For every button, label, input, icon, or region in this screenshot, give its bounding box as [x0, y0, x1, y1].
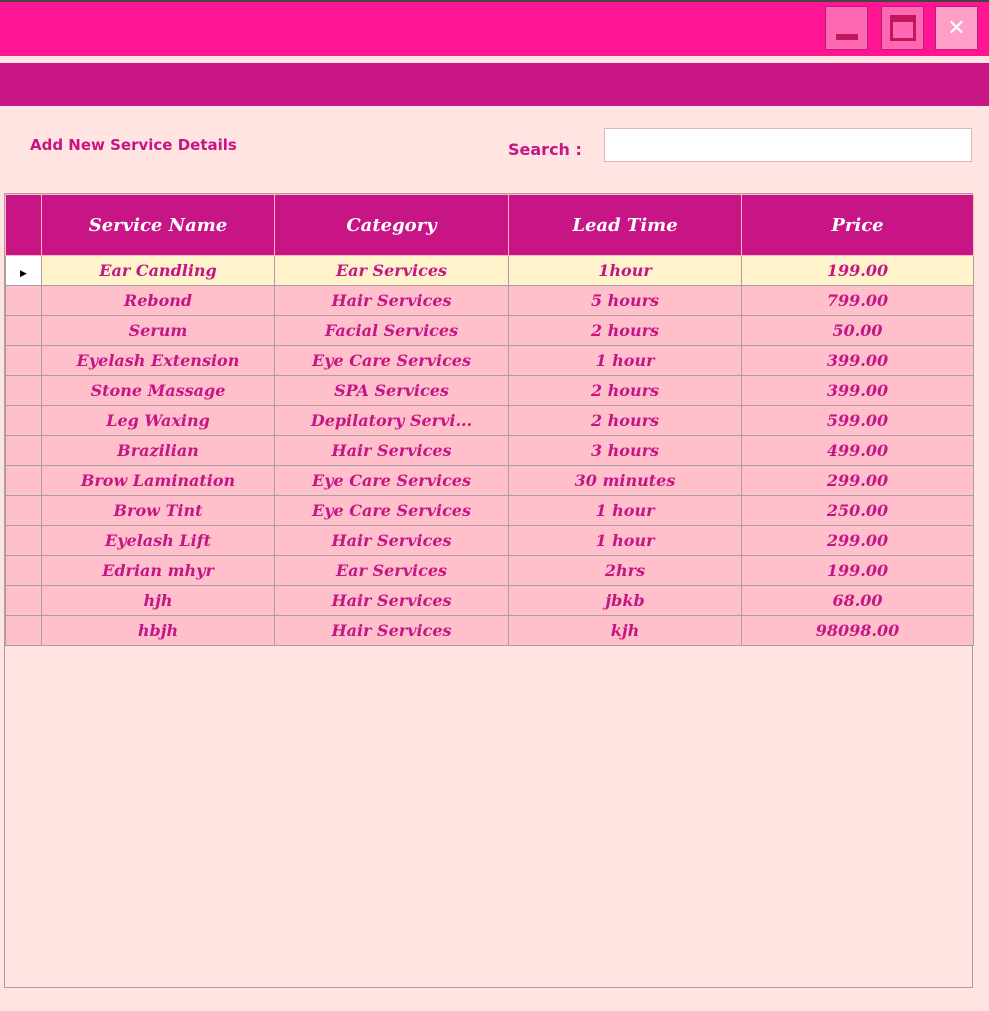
- column-header-service-name[interactable]: Service Name: [41, 194, 275, 256]
- row-header[interactable]: [5, 495, 42, 526]
- cell-lead-time[interactable]: 2 hours: [508, 405, 742, 436]
- maximize-icon: [889, 15, 916, 41]
- cell-category[interactable]: Hair Services: [274, 585, 509, 616]
- cell-price[interactable]: 199.00: [741, 255, 974, 286]
- row-header-corner: [5, 194, 42, 256]
- cell-category[interactable]: Depilatory Servi...: [274, 405, 509, 436]
- cell-lead-time[interactable]: jbkb: [508, 585, 742, 616]
- cell-service-name[interactable]: hjh: [41, 585, 275, 616]
- cell-service-name[interactable]: Edrian mhyr: [41, 555, 275, 586]
- cell-lead-time[interactable]: 2 hours: [508, 375, 742, 406]
- cell-price[interactable]: 399.00: [741, 375, 974, 406]
- table-row[interactable]: Edrian mhyr Ear Services 2hrs 199.00: [5, 555, 974, 586]
- cell-price[interactable]: 199.00: [741, 555, 974, 586]
- cell-lead-time[interactable]: 2 hours: [508, 315, 742, 346]
- cell-lead-time[interactable]: 3 hours: [508, 435, 742, 466]
- cell-category[interactable]: SPA Services: [274, 375, 509, 406]
- header-row: Service Name Category Lead Time Price: [5, 194, 974, 256]
- search-label: Search :: [508, 140, 582, 159]
- row-header[interactable]: [5, 435, 42, 466]
- cell-service-name[interactable]: Leg Waxing: [41, 405, 275, 436]
- cell-service-name[interactable]: hbjh: [41, 615, 275, 646]
- cell-service-name[interactable]: Eyelash Extension: [41, 345, 275, 376]
- cell-lead-time[interactable]: 1hour: [508, 255, 742, 286]
- cell-price[interactable]: 499.00: [741, 435, 974, 466]
- cell-category[interactable]: Ear Services: [274, 255, 509, 286]
- row-header[interactable]: [5, 315, 42, 346]
- current-row-arrow-icon: ▶: [20, 269, 27, 279]
- cell-lead-time[interactable]: 5 hours: [508, 285, 742, 316]
- close-icon: ✕: [947, 15, 966, 41]
- services-grid[interactable]: Service Name Category Lead Time Price ▶ E…: [4, 193, 974, 988]
- cell-category[interactable]: Hair Services: [274, 615, 509, 646]
- cell-category[interactable]: Eye Care Services: [274, 465, 509, 496]
- cell-service-name[interactable]: Serum: [41, 315, 275, 346]
- row-header[interactable]: [5, 585, 42, 616]
- title-bar: ✕: [0, 0, 989, 56]
- add-new-service-link[interactable]: Add New Service Details: [30, 136, 237, 154]
- table-row[interactable]: Stone Massage SPA Services 2 hours 399.00: [5, 375, 974, 406]
- cell-price[interactable]: 250.00: [741, 495, 974, 526]
- cell-lead-time[interactable]: 1 hour: [508, 345, 742, 376]
- cell-lead-time[interactable]: 30 minutes: [508, 465, 742, 496]
- cell-lead-time[interactable]: 1 hour: [508, 495, 742, 526]
- cell-price[interactable]: 599.00: [741, 405, 974, 436]
- cell-service-name[interactable]: Brow Lamination: [41, 465, 275, 496]
- minimize-icon: [835, 34, 858, 40]
- cell-service-name[interactable]: Rebond: [41, 285, 275, 316]
- column-header-price[interactable]: Price: [741, 194, 974, 256]
- row-header[interactable]: [5, 405, 42, 436]
- maximize-button[interactable]: [881, 6, 924, 50]
- cell-price[interactable]: 68.00: [741, 585, 974, 616]
- cell-category[interactable]: Hair Services: [274, 285, 509, 316]
- row-header[interactable]: ▶: [5, 255, 42, 286]
- column-header-lead-time[interactable]: Lead Time: [508, 194, 742, 256]
- cell-price[interactable]: 50.00: [741, 315, 974, 346]
- cell-price[interactable]: 299.00: [741, 465, 974, 496]
- cell-price[interactable]: 98098.00: [741, 615, 974, 646]
- cell-category[interactable]: Eye Care Services: [274, 495, 509, 526]
- cell-lead-time[interactable]: 2hrs: [508, 555, 742, 586]
- table-row[interactable]: Leg Waxing Depilatory Servi... 2 hours 599.…: [5, 405, 974, 436]
- cell-service-name[interactable]: Ear Candling: [41, 255, 275, 286]
- cell-service-name[interactable]: Eyelash Lift: [41, 525, 275, 556]
- row-header[interactable]: [5, 375, 42, 406]
- table-row[interactable]: hbjh Hair Services kjh 98098.00: [5, 615, 974, 646]
- table-row[interactable]: Brazilian Hair Services 3 hours 499.00: [5, 435, 974, 466]
- row-header[interactable]: [5, 615, 42, 646]
- table-row[interactable]: hjh Hair Services jbkb 68.00: [5, 585, 974, 616]
- cell-price[interactable]: 299.00: [741, 525, 974, 556]
- table-row[interactable]: ▶ Ear Candling Ear Services 1hour 199.00: [5, 255, 974, 286]
- cell-category[interactable]: Eye Care Services: [274, 345, 509, 376]
- cell-service-name[interactable]: Brow Tint: [41, 495, 275, 526]
- table-row[interactable]: Rebond Hair Services 5 hours 799.00: [5, 285, 974, 316]
- search-input[interactable]: [604, 128, 972, 162]
- row-header[interactable]: [5, 555, 42, 586]
- table-row[interactable]: Brow Lamination Eye Care Services 30 minut…: [5, 465, 974, 496]
- cell-service-name[interactable]: Stone Massage: [41, 375, 275, 406]
- table-row[interactable]: Eyelash Lift Hair Services 1 hour 299.00: [5, 525, 974, 556]
- table-row[interactable]: Brow Tint Eye Care Services 1 hour 250.00: [5, 495, 974, 526]
- cell-category[interactable]: Ear Services: [274, 555, 509, 586]
- cell-service-name[interactable]: Brazilian: [41, 435, 275, 466]
- row-header[interactable]: [5, 525, 42, 556]
- cell-category[interactable]: Hair Services: [274, 435, 509, 466]
- row-header[interactable]: [5, 345, 42, 376]
- cell-lead-time[interactable]: kjh: [508, 615, 742, 646]
- minimize-button[interactable]: [825, 6, 868, 50]
- column-header-category[interactable]: Category: [274, 194, 509, 256]
- cell-price[interactable]: 399.00: [741, 345, 974, 376]
- header-bar: [0, 63, 989, 106]
- cell-category[interactable]: Hair Services: [274, 525, 509, 556]
- table-row[interactable]: Eyelash Extension Eye Care Services 1 hour…: [5, 345, 974, 376]
- close-button[interactable]: ✕: [935, 6, 978, 50]
- cell-lead-time[interactable]: 1 hour: [508, 525, 742, 556]
- cell-price[interactable]: 799.00: [741, 285, 974, 316]
- table-body: ▶ Ear Candling Ear Services 1hour 199.00 Rebo…: [5, 255, 974, 646]
- row-header[interactable]: [5, 285, 42, 316]
- row-header[interactable]: [5, 465, 42, 496]
- services-table: Service Name Category Lead Time Price ▶ E…: [5, 194, 974, 646]
- table-row[interactable]: Serum Facial Services 2 hours 50.00: [5, 315, 974, 346]
- cell-category[interactable]: Facial Services: [274, 315, 509, 346]
